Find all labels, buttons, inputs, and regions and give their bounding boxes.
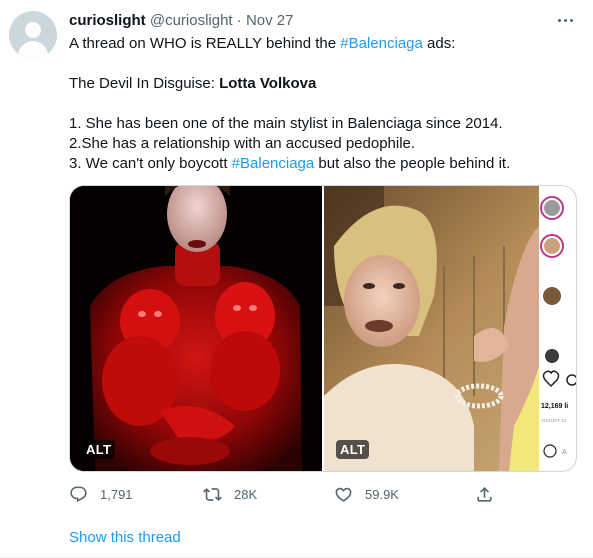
text-segment: 3. We can't only boycott [69,155,232,172]
text-segment: but also the people behind it. [314,155,511,172]
tweet-text-line-3: 1. She has been one of the main stylist … [69,115,503,132]
tweet-text-line-4: 2.She has a relationship with an accused… [69,135,416,152]
reply-icon [70,486,87,502]
share-button[interactable] [475,483,506,505]
photo-right[interactable]: 12,169 li AUGUST 13 A ALT [324,186,576,471]
overlay-comment-hint: A [562,449,567,456]
author-name[interactable]: curioslight [69,12,146,29]
tweet-text-line-5: 3. We can't only boycott #Balenciaga but… [69,154,510,174]
like-button[interactable]: 59.9K [334,483,399,505]
tweet[interactable]: curioslight @curioslight · Nov 27 A thre… [0,0,593,558]
share-icon [477,486,492,502]
bold-text: Lotta Volkova [219,75,317,92]
avatar[interactable] [9,11,57,59]
text-segment: A thread on WHO is REALLY behind the [69,35,341,52]
tweet-date[interactable]: Nov 27 [246,12,294,29]
avatar-head-shape [25,22,41,38]
tweet-text-line-1: A thread on WHO is REALLY behind the #Ba… [69,34,455,54]
reply-button[interactable]: 1,791 [69,483,133,505]
alt-badge[interactable]: ALT [336,440,370,459]
show-thread-link[interactable]: Show this thread [69,529,181,546]
retweet-count: 28K [234,486,258,502]
author-handle[interactable]: @curioslight [150,12,233,29]
alt-badge[interactable]: ALT [82,440,116,459]
like-count: 59.9K [365,486,399,502]
overlay-date: AUGUST 13 [541,418,566,423]
action-bar: 1,791 28K 59.9K [69,483,575,505]
photo-left[interactable]: ALT [70,186,322,471]
hashtag-link[interactable]: #Balenciaga [232,155,315,172]
retweet-button[interactable]: 28K [203,483,257,505]
hashtag-link[interactable]: #Balenciaga [340,35,423,52]
photo-left-illustration [70,186,322,471]
media-grid: ALT 12,169 li AUGUST 13 A ALT [69,185,577,472]
tweet-text-line-2: The Devil In Disguise: Lotta Volkova [69,74,316,94]
avatar-body-shape [18,41,48,59]
tweet-header: curioslight @curioslight · Nov 27 [69,12,293,29]
photo-right-illustration: 12,169 li AUGUST 13 A [324,186,576,471]
reply-count: 1,791 [100,486,133,502]
overlay-likes: 12,169 li [541,403,568,410]
more-options-icon[interactable] [556,12,576,30]
retweet-icon [203,487,222,501]
text-segment: The Devil In Disguise: [69,75,220,92]
separator-dot: · [236,12,242,29]
text-segment: ads: [422,35,456,52]
heart-icon [335,487,352,502]
